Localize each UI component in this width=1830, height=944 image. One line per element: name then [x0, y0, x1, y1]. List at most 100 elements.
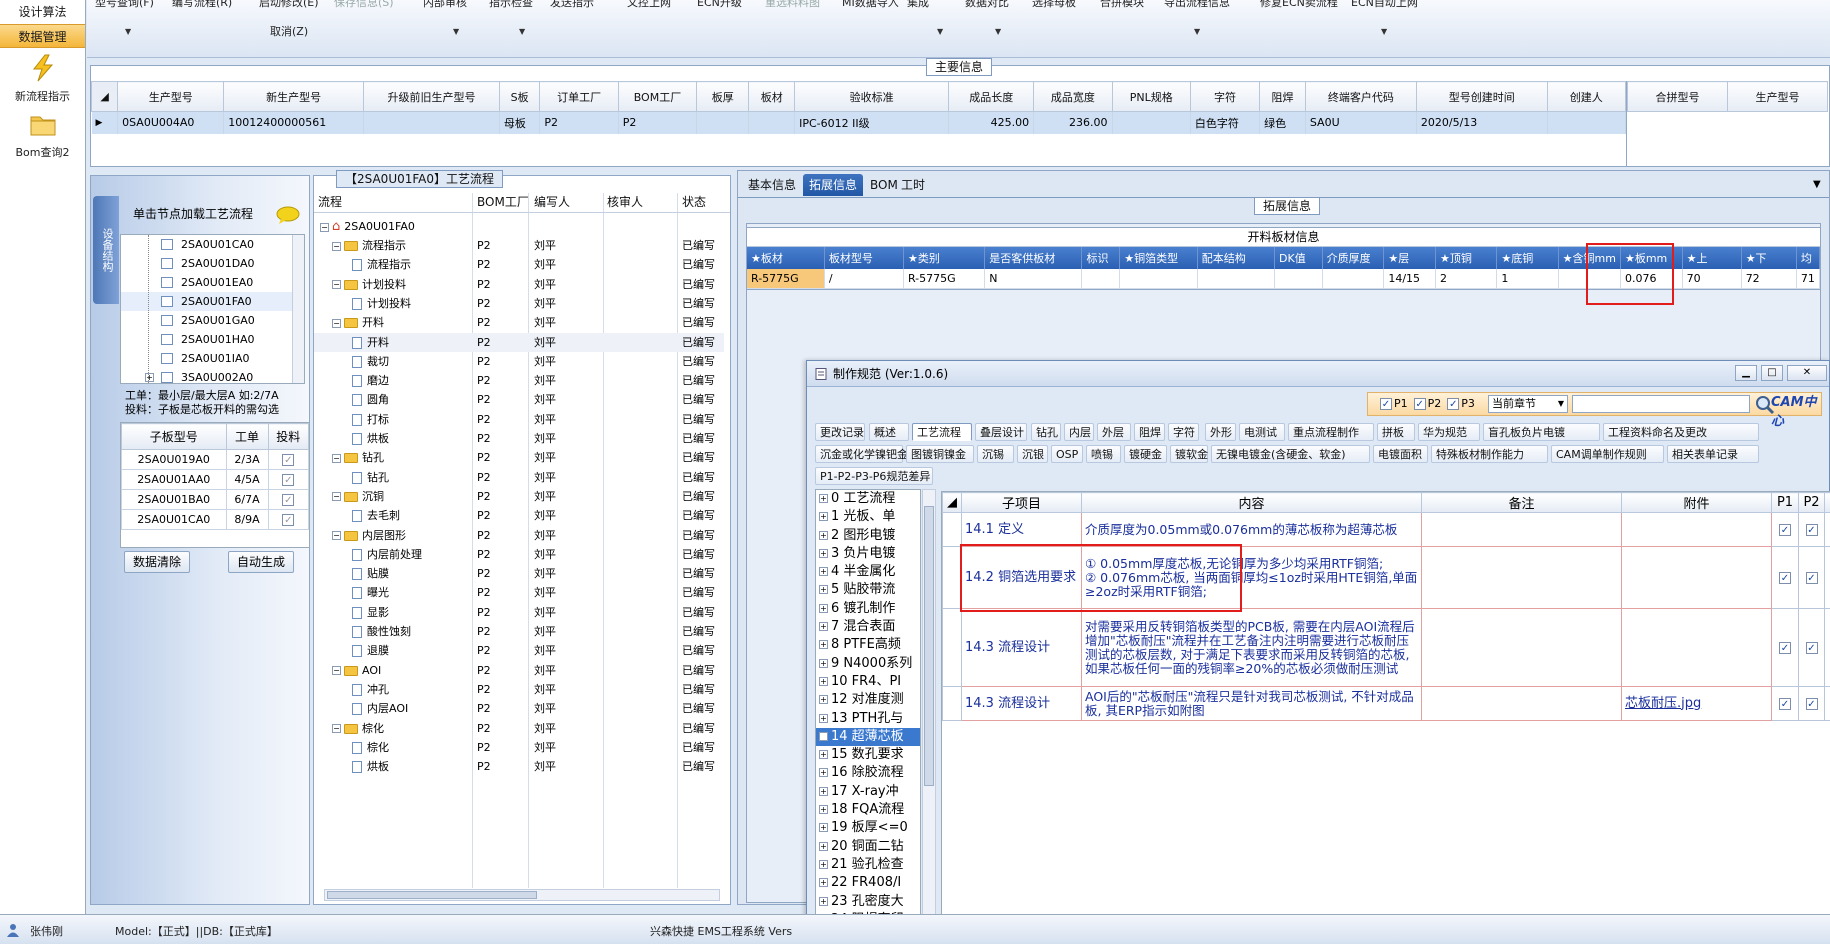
spec-tab[interactable]: 工程资料命名及更改	[1603, 423, 1759, 441]
column-header[interactable]: ★下	[1741, 247, 1797, 269]
col-bom-factory[interactable]: BOM工厂	[477, 193, 529, 211]
spec-tab[interactable]: 钻孔	[1031, 423, 1061, 441]
table-row[interactable]: 2SA0U019A0 2/3A ✓	[121, 449, 310, 470]
spec-tab[interactable]: 电镀面积	[1373, 445, 1428, 463]
spec-tab[interactable]: OSP	[1051, 445, 1083, 463]
column-header[interactable]: P1	[1771, 492, 1799, 513]
chevron-down-icon[interactable]: ▼	[1813, 179, 1821, 190]
tree-row[interactable]: 烘板 P2 刘平 已编写	[314, 429, 724, 448]
ribbon-button[interactable]: 选择母板	[1032, 0, 1076, 10]
column-header[interactable]: DK值	[1274, 247, 1323, 269]
chapter-item[interactable]: +12 对准度测	[816, 691, 920, 709]
tree-row[interactable]: 裁切 P2 刘平 已编写	[314, 352, 724, 371]
ribbon-button[interactable]: ECN升级	[697, 0, 742, 10]
expand-icon[interactable]: +	[819, 658, 828, 668]
collapse-icon[interactable]: −	[332, 724, 341, 733]
vertical-scrollbar[interactable]	[292, 235, 304, 383]
feed-checkbox[interactable]: ✓	[282, 454, 295, 466]
spec-tab[interactable]: 镀软金	[1170, 445, 1208, 463]
p2-checkbox[interactable]: ✓	[1805, 697, 1818, 710]
expand-icon[interactable]: +	[819, 859, 828, 869]
filter-checkbox[interactable]: ✓	[1413, 398, 1426, 410]
vertical-scrollbar[interactable]	[922, 489, 936, 944]
p2-checkbox[interactable]: ✓	[1805, 571, 1818, 584]
tree-row[interactable]: 棕化 P2 刘平 已编写	[314, 738, 724, 757]
ribbon-button[interactable]: 发送指示	[550, 0, 594, 10]
spec-tab[interactable]: 字符	[1168, 423, 1199, 441]
chapter-item[interactable]: +15 数孔要求	[816, 746, 920, 764]
column-header[interactable]: 创建人	[1546, 81, 1627, 112]
spec-tab[interactable]: 外层	[1097, 423, 1131, 441]
expand-icon[interactable]: +	[819, 567, 828, 577]
chapter-item[interactable]: +17 X-ray冲	[816, 783, 920, 801]
column-header[interactable]: BOM工厂	[617, 81, 698, 112]
p1-checkbox[interactable]: ✓	[1779, 697, 1791, 710]
table-row[interactable]: 2SA0U01BA0 6/7A ✓	[121, 489, 310, 510]
tree-row[interactable]: 去毛刺 P2 刘平 已编写	[314, 506, 724, 525]
chapter-item[interactable]: +7 混合表面	[816, 618, 920, 636]
column-header[interactable]: 板材型号	[824, 247, 904, 269]
expand-icon[interactable]: +	[819, 823, 828, 833]
column-header[interactable]: 内容	[1081, 492, 1422, 513]
spec-tab[interactable]: 更改记录	[815, 423, 865, 441]
column-header[interactable]: 新生产型号	[223, 81, 365, 112]
column-header[interactable]: PNL规格	[1111, 81, 1191, 112]
spec-tab[interactable]: 概述	[869, 423, 909, 441]
column-header[interactable]: ★板材	[747, 247, 825, 269]
collapse-icon[interactable]: −	[320, 222, 329, 232]
collapse-icon[interactable]: −	[332, 453, 341, 463]
col-reviewer[interactable]: 核审人	[607, 193, 643, 211]
spec-tab[interactable]: 镀硬金	[1124, 445, 1167, 463]
chapter-item[interactable]: +1 光板、单	[816, 508, 920, 526]
auto-generate-button[interactable]: 自动生成	[228, 551, 294, 573]
filter-checkbox[interactable]: ✓	[1380, 398, 1392, 410]
expand-icon[interactable]: +	[819, 676, 828, 686]
chapter-item[interactable]: +9 N4000系列	[816, 655, 920, 673]
expand-icon[interactable]: +	[819, 530, 828, 540]
table-row[interactable]: 14.3 流程设计 AOI后的"芯板耐压"流程只是针对我司芯板测试, 不针对成品板…	[942, 686, 1830, 721]
chapter-item[interactable]: +14 超薄芯板	[816, 727, 920, 747]
expand-icon[interactable]: +	[145, 373, 154, 382]
chapter-item[interactable]: +13 PTH孔与	[816, 710, 920, 728]
expand-icon[interactable]: +	[819, 548, 828, 558]
column-header[interactable]: ★层	[1383, 247, 1436, 269]
tab[interactable]: 基本信息	[742, 174, 802, 196]
column-header[interactable]: 终端客户代码	[1304, 81, 1417, 112]
spec-tab[interactable]: 沉锡	[977, 445, 1014, 463]
maximize-button[interactable]: □	[1761, 365, 1783, 381]
search-input[interactable]	[1572, 395, 1750, 413]
chapter-item[interactable]: +18 FQA流程	[816, 801, 920, 819]
tree-row[interactable]: 打标 P2 刘平 已编写	[314, 410, 724, 429]
tree-row[interactable]: 内层前处理 P2 刘平 已编写	[314, 545, 724, 564]
chapter-item[interactable]: +2 图形电镀	[816, 527, 920, 545]
p1-checkbox[interactable]: ✓	[1779, 571, 1791, 584]
spec-tab[interactable]: 电测试	[1239, 423, 1285, 441]
spec-tab[interactable]: 图镀铜镍金	[906, 445, 974, 463]
data-clear-button[interactable]: 数据清除	[124, 551, 190, 573]
tab[interactable]: 拓展信息	[803, 174, 864, 196]
scroll-thumb[interactable]	[327, 891, 537, 899]
tree-row[interactable]: 退膜 P2 刘平 已编写	[314, 641, 724, 660]
collapse-icon[interactable]: −	[332, 531, 341, 540]
chapter-item[interactable]: +4 半金属化	[816, 563, 920, 581]
column-header[interactable]: 型号创建时间	[1415, 81, 1548, 112]
column-header[interactable]: 成品宽度	[1033, 81, 1113, 112]
chapter-item[interactable]: +21 验孔检查	[816, 856, 920, 874]
p2-checkbox[interactable]: ✓	[1805, 523, 1818, 536]
scroll-thumb[interactable]	[924, 506, 934, 786]
ribbon-cancel-button[interactable]: 取消(Z)	[270, 23, 308, 39]
tree-row[interactable]: − 内层图形 P2 刘平 已编写	[314, 526, 724, 545]
tree-root[interactable]: − ⌂ 2SA0U01FA0	[314, 217, 724, 236]
chapter-item[interactable]: +20 铜面二钻	[816, 838, 920, 856]
chapter-select[interactable]: 当前章节 ▼	[1488, 395, 1568, 413]
expand-icon[interactable]: +	[819, 768, 828, 778]
tree-row[interactable]: 显影 P2 刘平 已编写	[314, 603, 724, 622]
expand-icon[interactable]: +	[819, 585, 828, 595]
col-merge-model[interactable]: 合拼型号	[1627, 81, 1728, 112]
column-header[interactable]: ★铜箔类型	[1119, 247, 1198, 269]
attachment-cell[interactable]	[1621, 608, 1772, 687]
column-header[interactable]: ★上	[1682, 247, 1742, 269]
column-header[interactable]: 验收标准	[794, 81, 950, 112]
column-header[interactable]: 介质厚度	[1322, 247, 1385, 269]
column-header[interactable]: P3	[1824, 492, 1830, 513]
